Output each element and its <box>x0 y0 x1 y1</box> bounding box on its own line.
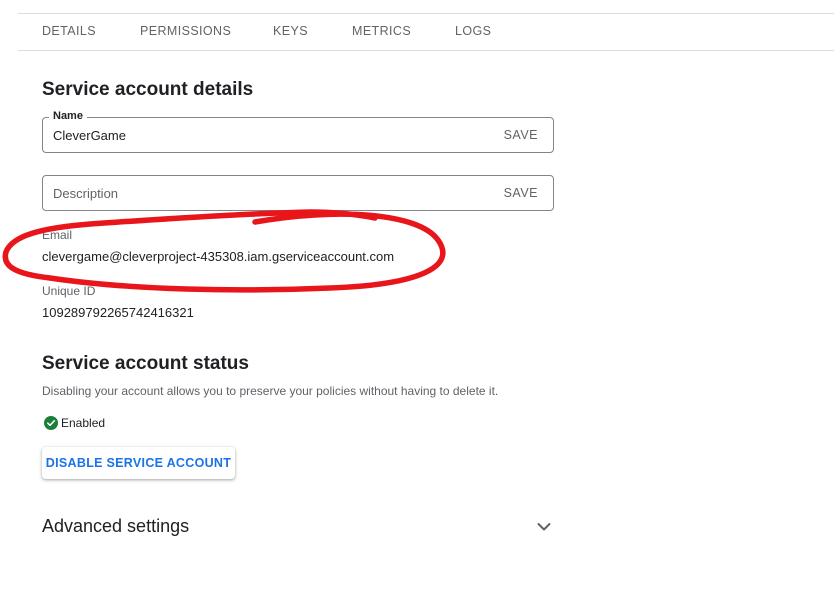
tab-keys[interactable]: KEYS <box>273 24 308 38</box>
advanced-settings-toggle[interactable]: Advanced settings <box>42 514 554 540</box>
status-description: Disabling your account allows you to pre… <box>42 384 499 398</box>
unique-id-value: 109289792265742416321 <box>42 305 194 320</box>
disable-service-account-button[interactable]: DISABLE SERVICE ACCOUNT <box>42 447 235 479</box>
email-label: Email <box>42 228 73 242</box>
description-field[interactable]: SAVE <box>42 175 554 211</box>
details-title: Service account details <box>42 79 254 100</box>
tab-details[interactable]: DETAILS <box>42 24 96 38</box>
tab-metrics[interactable]: METRICS <box>352 24 411 38</box>
tab-logs[interactable]: LOGS <box>455 24 491 38</box>
name-save-button[interactable]: SAVE <box>504 128 538 142</box>
status-title: Service account status <box>42 353 249 374</box>
status-badge: Enabled <box>44 416 105 430</box>
name-field-value[interactable]: CleverGame <box>53 128 126 143</box>
name-field[interactable]: Name CleverGame SAVE <box>42 110 554 153</box>
email-value: clevergame@cleverproject-435308.iam.gser… <box>42 249 395 264</box>
status-text: Enabled <box>61 416 106 430</box>
tab-permissions[interactable]: PERMISSIONS <box>140 24 231 38</box>
description-save-button[interactable]: SAVE <box>504 186 538 200</box>
unique-id-label: Unique ID <box>42 284 96 298</box>
chevron-down-icon[interactable] <box>536 519 552 535</box>
description-input[interactable] <box>53 186 453 201</box>
check-circle-icon <box>44 416 58 430</box>
name-field-label: Name <box>49 110 87 122</box>
advanced-settings-title: Advanced settings <box>42 516 190 536</box>
tab-bar: DETAILS PERMISSIONS KEYS METRICS LOGS <box>18 14 834 51</box>
